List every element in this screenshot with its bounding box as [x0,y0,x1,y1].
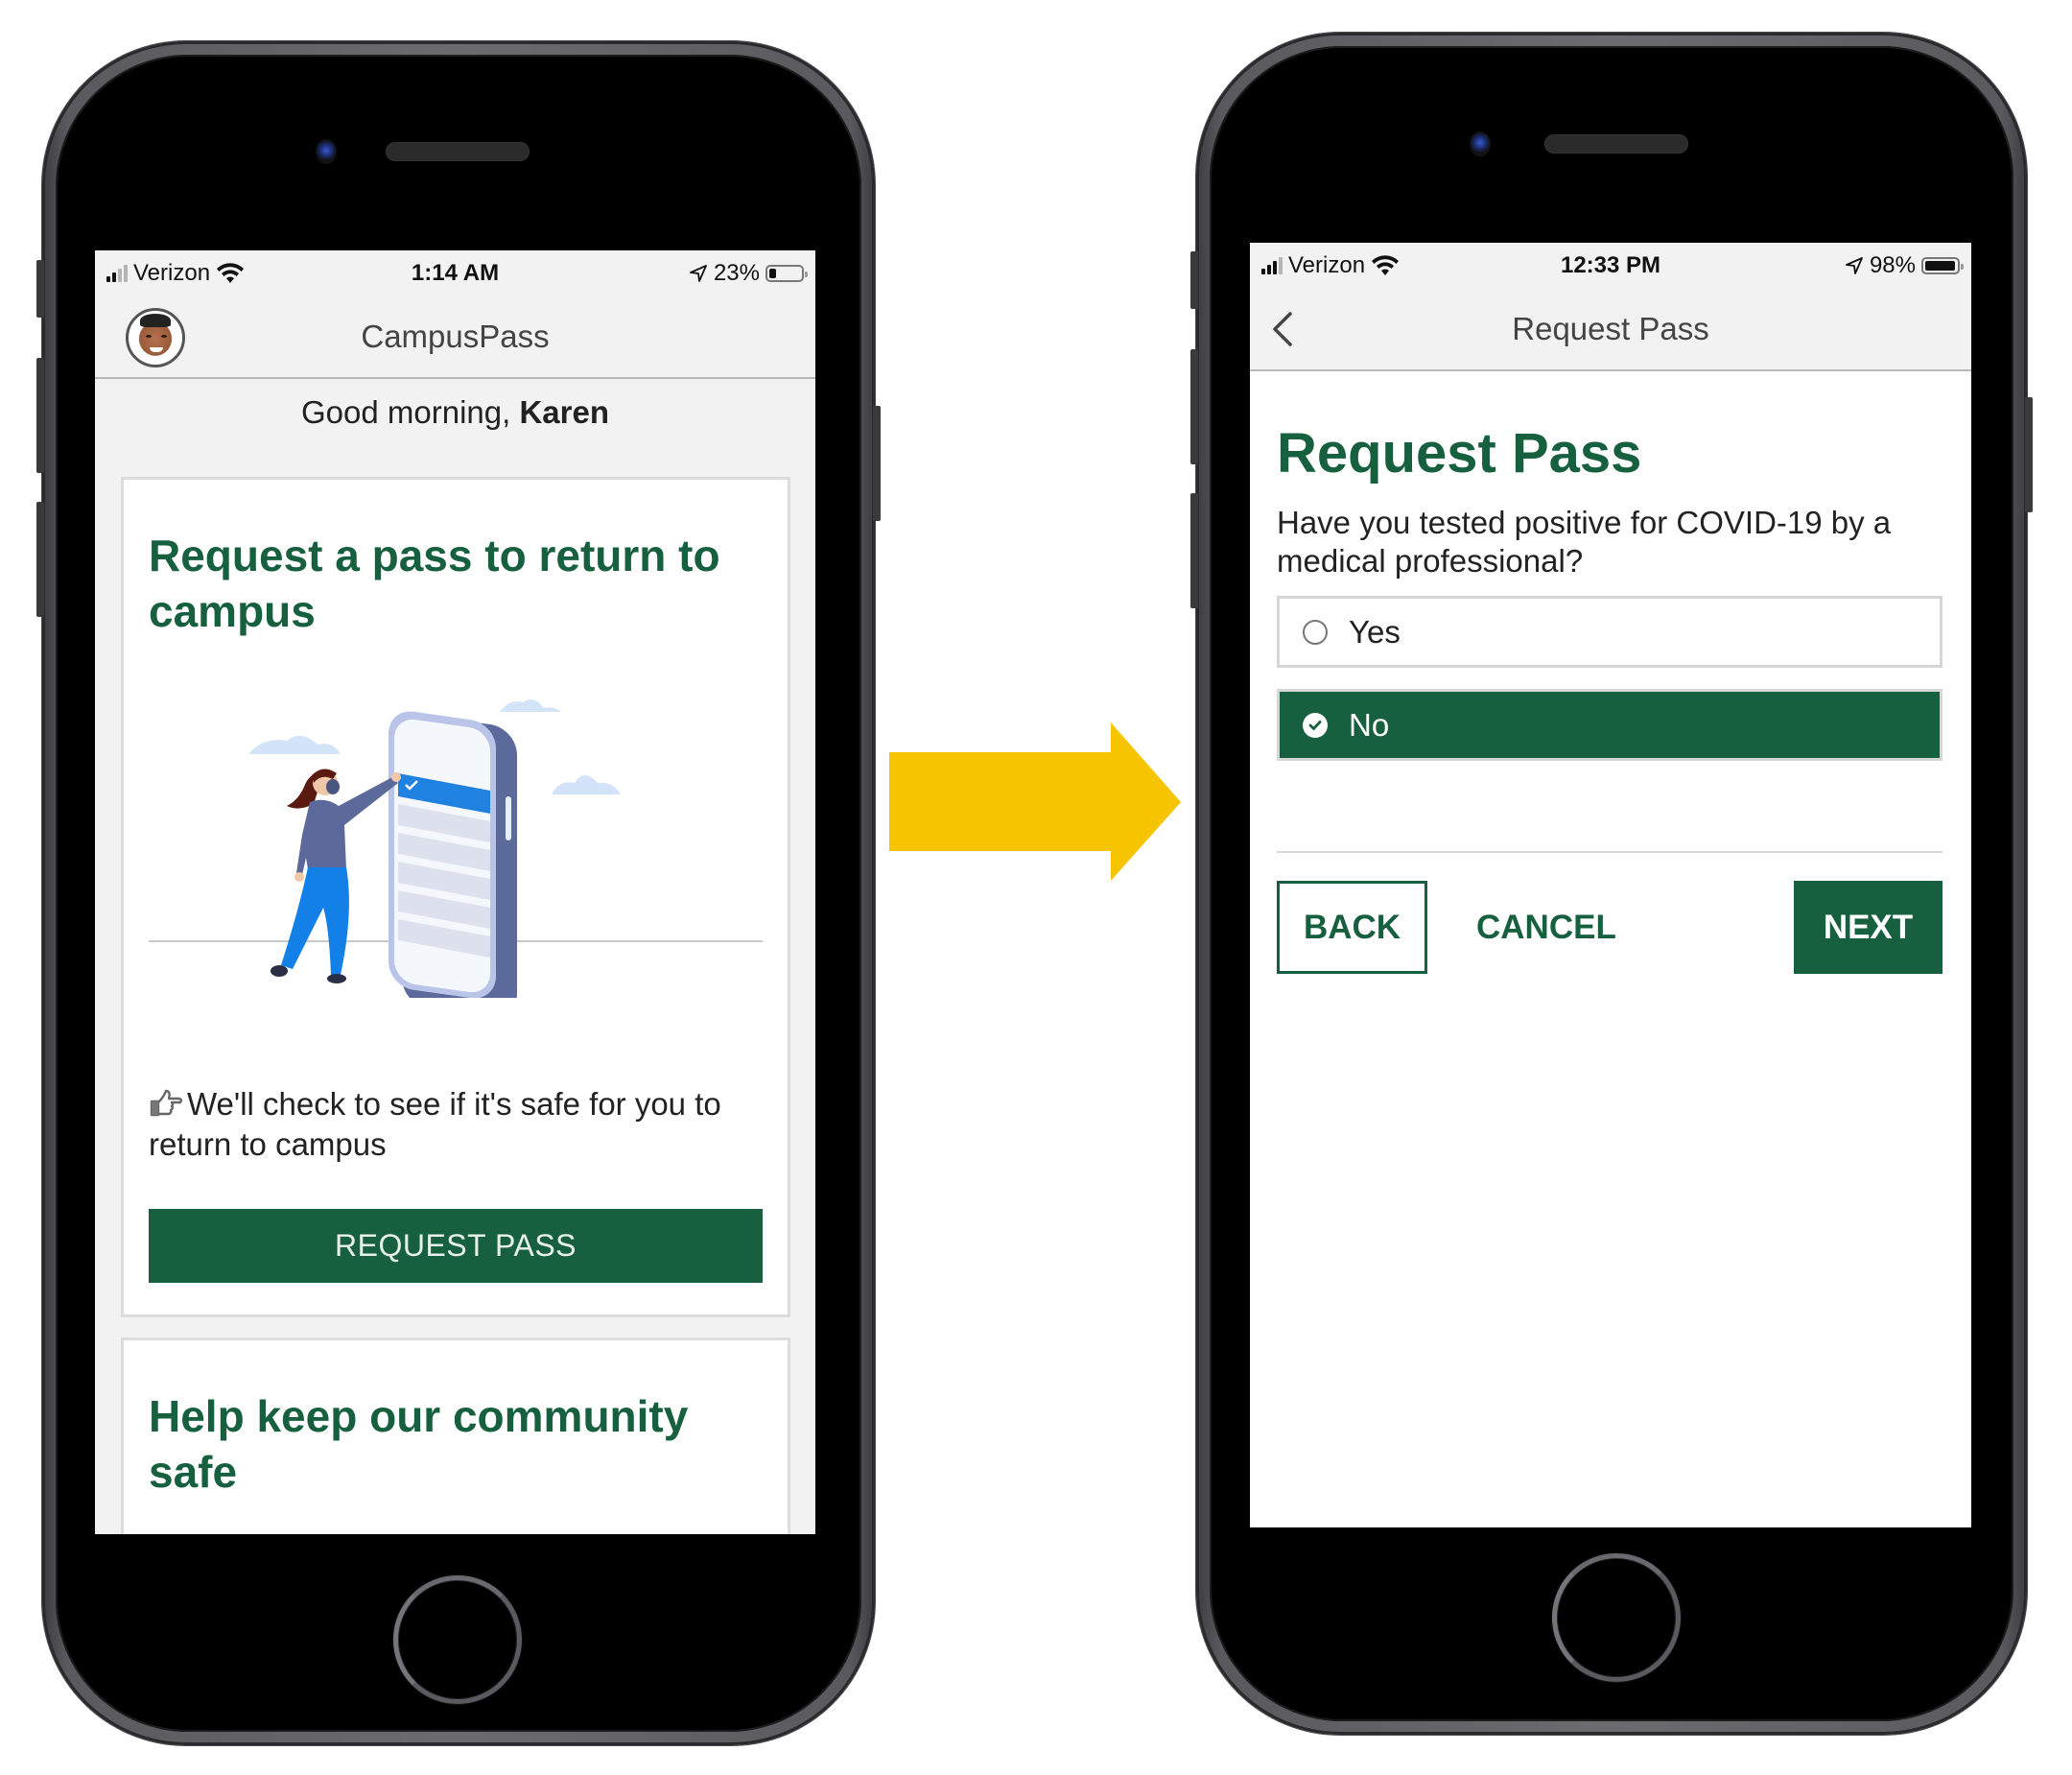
cancel-button[interactable]: CANCEL [1476,881,1616,974]
cancel-button-label: CANCEL [1476,908,1616,946]
volume-up-button [36,358,44,473]
right-phone-screen: Verizon 12:33 PM 98% Request Pass Reques… [1250,243,1971,1527]
greeting-prefix: Good morning, [300,394,520,430]
app-title: CampusPass [361,319,550,354]
mute-switch [36,260,44,318]
form-content: Request Pass Have you tested positive fo… [1250,371,1971,1527]
location-arrow-icon [690,265,707,282]
battery-level-fill [1925,261,1956,271]
request-pass-button[interactable]: REQUEST PASS [149,1209,763,1283]
option-yes[interactable]: Yes [1277,596,1942,668]
card-title: Help keep our community safe [149,1391,689,1497]
form-heading: Request Pass [1277,422,1642,485]
app-header: CampusPass [95,296,815,379]
greeting: Good morning, Karen [95,394,815,431]
status-bar: Verizon 1:14 AM 23% [95,250,815,296]
request-pass-card: Request a pass to return to campus We'll… [121,477,790,1317]
back-button-label: BACK [1303,908,1401,946]
form-question: Have you tested positive for COVID-19 by… [1277,505,1892,579]
option-label: Yes [1349,613,1401,650]
battery-level-fill [769,269,777,278]
card-title: Request a pass to return to campus [149,531,720,636]
arrow-shape [889,722,1181,881]
option-label: No [1349,706,1390,743]
battery-icon [765,265,808,282]
volume-down-button [36,502,44,617]
request-pass-button-label: REQUEST PASS [335,1228,577,1263]
earpiece-speaker [1544,134,1688,154]
actions-divider [1277,851,1942,853]
info-text: We'll check to see if it's safe for you … [149,1086,721,1162]
woman-with-mask-tapping-phone-illustration [248,699,621,998]
power-button [873,406,881,521]
status-bar: Verizon 12:33 PM 98% [1250,243,1971,289]
front-camera [1470,131,1491,156]
location-arrow-icon [1846,257,1863,274]
battery-percent: 98% [1869,252,1916,278]
community-safety-card: Help keep our community safe [121,1337,790,1534]
front-camera [316,139,337,164]
radio-unchecked-icon [1303,619,1328,645]
left-phone-screen: Verizon 1:14 AM 23% CampusPass Good morn… [95,250,815,1534]
home-button[interactable] [393,1575,522,1704]
battery-percent: 23% [713,260,760,286]
thumbs-up-outline-icon [150,1089,182,1117]
app-header: Request Pass [1250,289,1971,371]
greeting-name: Karen [519,394,609,430]
option-no[interactable]: No [1277,689,1942,761]
next-button[interactable]: NEXT [1794,881,1942,974]
earpiece-speaker [386,142,530,161]
back-button[interactable]: BACK [1277,881,1427,974]
next-button-label: NEXT [1823,908,1914,946]
check-circle-icon [1303,712,1328,738]
mute-switch [1190,251,1198,309]
power-button [2025,397,2033,512]
volume-up-button [1190,349,1198,464]
volume-down-button [1190,493,1198,608]
screen-title: Request Pass [1512,311,1709,346]
right-arrow-icon [889,722,1181,881]
info-text-block: We'll check to see if it's safe for you … [149,1084,759,1165]
home-button[interactable] [1552,1553,1681,1682]
battery-icon [1921,257,1964,274]
